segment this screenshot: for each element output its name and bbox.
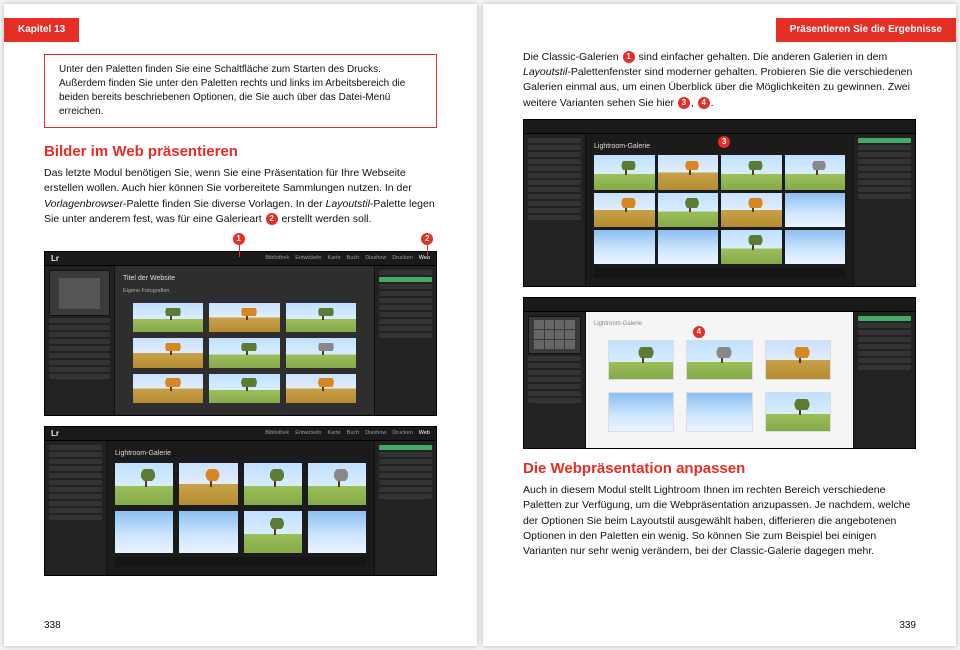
bullet-2: 2 [266,213,278,225]
screenshot-web-module-1: Lr Bibliothek Entwickeln Karte Buch Dias… [44,251,437,416]
callout-3: 3 [718,136,730,148]
chapter-tab: Kapitel 13 [4,18,79,42]
gallery-title: Lightroom-Galerie [115,449,366,458]
bullet-1: 1 [623,51,635,63]
section-tab: Präsentieren Sie die Ergebnisse [776,18,956,42]
section-heading: Die Webpräsentation anpassen [523,459,916,479]
info-box: Unter den Paletten finden Sie eine Schal… [44,54,437,128]
callout-2: 2 [421,233,433,245]
page-number: 339 [899,619,916,633]
body-paragraph: Das letzte Modul benötigen Sie, wenn Sie… [44,166,437,227]
book-page-right: Präsentieren Sie die Ergebnisse Die Clas… [483,4,956,646]
gallery-title: Titel der Website [123,274,366,283]
preview-panel [49,270,110,316]
callout-4: 4 [693,326,705,338]
info-text: Unter den Paletten finden Sie eine Schal… [59,64,405,117]
lightroom-logo: Lr [51,429,59,438]
module-tabs: Bibliothek Entwickeln Karte Buch Diashow… [265,430,430,437]
screenshot-web-module-4: Lightroom-Galerie 4 [523,297,916,449]
callout-1: 1 [233,233,245,245]
lightroom-logo: Lr [51,254,59,263]
bullet-4: 4 [698,97,710,109]
page-number: 338 [44,619,61,633]
body-paragraph: Die Classic-Galerien 1 sind einfacher ge… [523,50,916,111]
bullet-3: 3 [678,97,690,109]
body-paragraph: Auch in diesem Modul stellt Lightroom Ih… [523,483,916,559]
screenshot-web-module-3: Lightroom-Galerie 3 [523,119,916,287]
module-tabs: Bibliothek Entwickeln Karte Buch Diashow… [265,255,430,262]
section-heading: Bilder im Web präsentieren [44,142,437,162]
template-grid-icon [528,316,581,354]
gallery-title: Lightroom-Galerie [594,320,845,328]
book-page-left: Kapitel 13 Unter den Paletten finden Sie… [4,4,477,646]
gallery-subtitle: Eigene Fotografien [123,288,366,295]
screenshot-web-module-2: Lr Bibliothek Entwickeln Karte Buch Dias… [44,426,437,576]
callout-row: 1 2 [44,235,437,247]
